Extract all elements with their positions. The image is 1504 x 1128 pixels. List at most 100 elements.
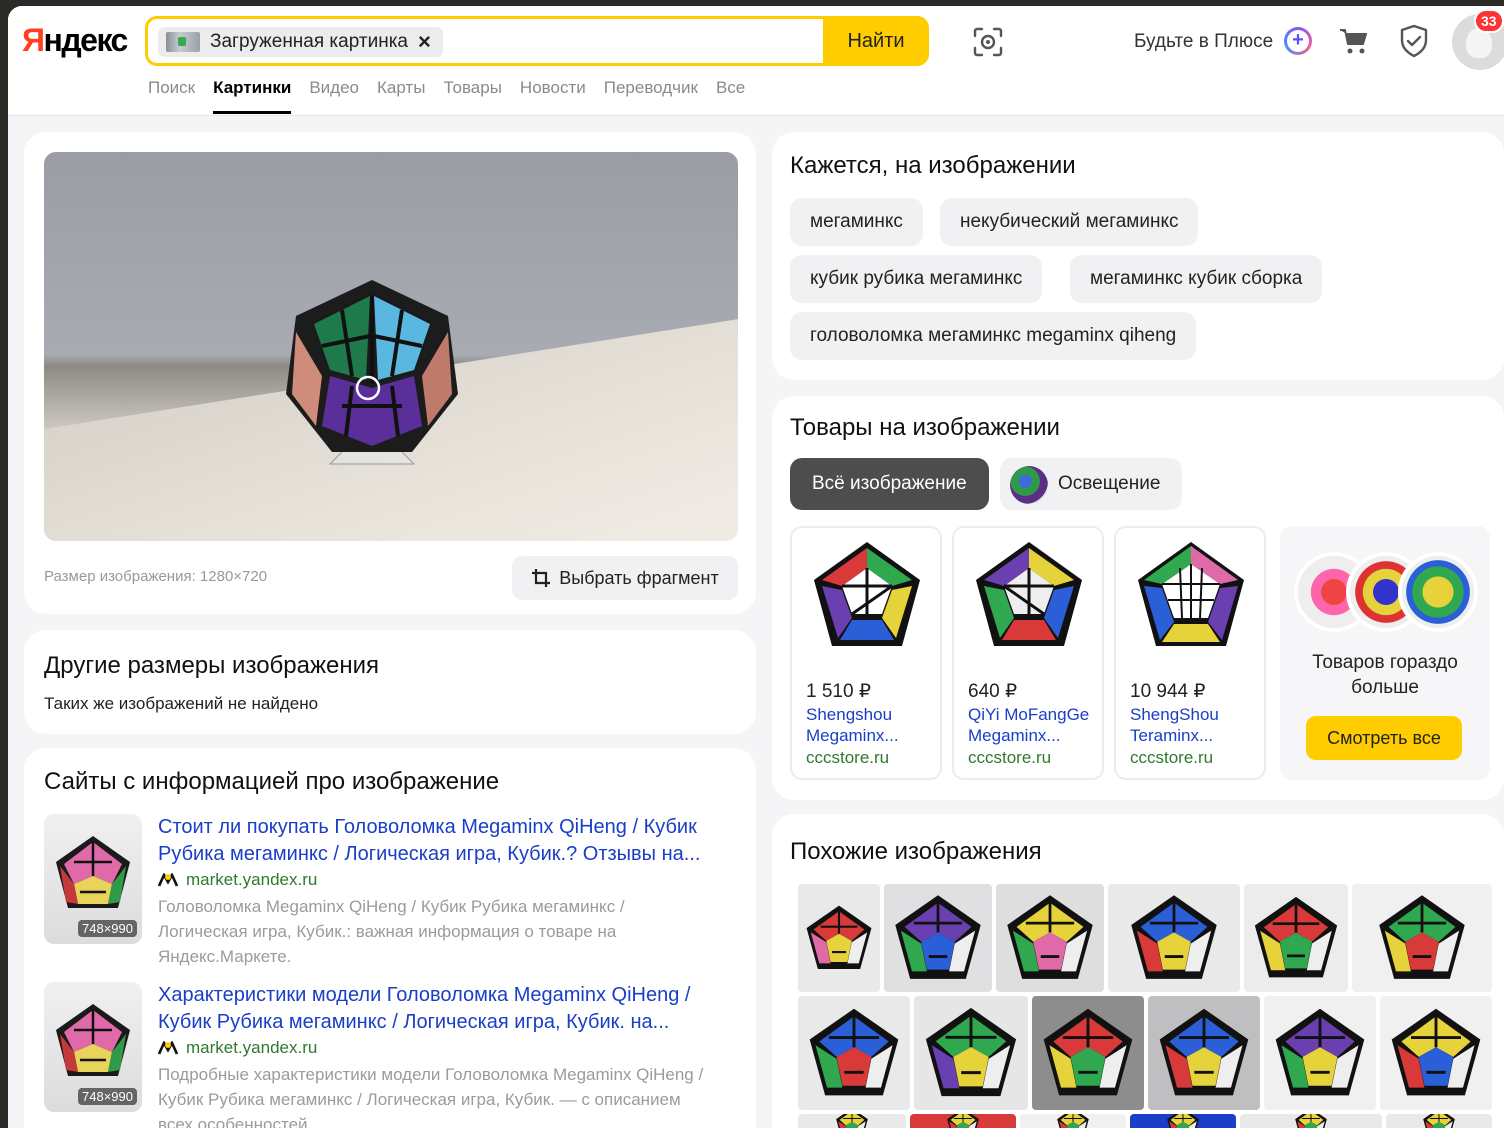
tab-images[interactable]: Картинки [213, 76, 292, 114]
plus-promo-link[interactable]: Будьте в Плюсе [1134, 31, 1273, 53]
similar-image-tile[interactable] [1148, 996, 1260, 1110]
tag-noncubic-megaminx[interactable]: некубический мегаминкс [940, 198, 1199, 246]
similar-image-tile[interactable] [1352, 884, 1492, 992]
sites-card: Сайты с информацией про изображение 748×… [24, 748, 756, 1128]
megaminx-icon [809, 1008, 899, 1096]
similar-image-tile[interactable] [910, 1114, 1016, 1128]
megaminx-product-icon [976, 542, 1082, 646]
megaminx-icon [1007, 895, 1093, 979]
yandex-market-favicon-icon [158, 873, 178, 887]
site-result-title-link[interactable]: Характеристики модели Головоломка Megami… [158, 982, 744, 1036]
product-name-link[interactable]: ShengShou Teraminx... [1130, 704, 1258, 746]
site-result-domain[interactable]: market.yandex.ru [158, 1038, 317, 1058]
site-result: 748×990 Стоит ли покупать Головоломка Me… [44, 814, 744, 974]
teraminx-product-icon [1138, 542, 1244, 646]
product-name-link[interactable]: QiYi MoFangGe Megaminx... [968, 704, 1096, 746]
product-price: 1 510 ₽ [806, 681, 871, 702]
more-goods-thumb [1398, 552, 1478, 632]
similar-image-tile[interactable] [1386, 1114, 1492, 1128]
megaminx-icon [925, 1007, 1017, 1097]
uploaded-photo[interactable] [44, 152, 738, 541]
site-result-domain-text: market.yandex.ru [186, 870, 318, 889]
lighting-thumb-icon [1010, 466, 1048, 504]
megaminx-icon [1391, 1008, 1481, 1096]
other-sizes-title: Другие размеры изображения [44, 652, 380, 679]
crop-icon [532, 569, 551, 587]
see-all-button[interactable]: Смотреть все [1306, 716, 1462, 760]
site-result-domain-text: market.yandex.ru [186, 1038, 318, 1057]
megaminx-thumb-icon [56, 1004, 130, 1076]
similar-image-tile[interactable] [884, 884, 992, 992]
megaminx-icon [806, 905, 872, 970]
tab-search[interactable]: Поиск [148, 76, 195, 114]
product-card[interactable]: 640 ₽ QiYi MoFangGe Megaminx... cccstore… [952, 526, 1104, 780]
select-fragment-button[interactable]: Выбрать фрагмент [512, 556, 738, 600]
product-card[interactable]: 10 944 ₽ ShengShou Teraminx... cccstore.… [1114, 526, 1266, 780]
megaminx-icon [1159, 1008, 1249, 1096]
uploaded-image-chip: Загруженная картинка × [158, 27, 443, 57]
camera-search-icon[interactable] [972, 26, 1004, 58]
tab-translator[interactable]: Переводчик [604, 76, 698, 114]
looks-like-card: Кажется, на изображении мегаминкс некуби… [772, 132, 1504, 380]
search-bar[interactable]: Загруженная картинка × Найти [145, 16, 929, 66]
site-result-title-link[interactable]: Стоит ли покупать Головоломка Megaminx Q… [158, 814, 744, 868]
similar-image-tile[interactable] [798, 884, 880, 992]
tag-megaminx-assembly[interactable]: мегаминкс кубик сборка [1070, 255, 1323, 303]
site-thumbnail[interactable]: 748×990 [44, 814, 142, 944]
site-thumbnail[interactable]: 748×990 [44, 982, 142, 1112]
product-shop[interactable]: cccstore.ru [968, 748, 1051, 768]
similar-image-tile[interactable] [996, 884, 1104, 992]
similar-image-tile[interactable] [1380, 996, 1492, 1110]
megaminx-icon [1043, 1008, 1133, 1096]
tag-megaminx[interactable]: мегаминкс [790, 198, 923, 246]
site-result-description: Подробные характеристики модели Головоло… [158, 1065, 704, 1128]
similar-image-tile[interactable] [1020, 1114, 1126, 1128]
search-button[interactable]: Найти [823, 16, 929, 66]
product-shop[interactable]: cccstore.ru [806, 748, 889, 768]
cart-icon[interactable] [1338, 26, 1370, 56]
shield-icon[interactable] [1398, 24, 1430, 58]
megaminx-thumb-icon [56, 836, 130, 908]
header: Яндекс Загруженная картинка × Найти Будь… [8, 6, 1504, 116]
product-card[interactable]: 1 510 ₽ Shengshou Megaminx... cccstore.r… [790, 526, 942, 780]
more-goods-panel: Товаров гораздо больше Смотреть все [1280, 526, 1490, 780]
filter-lighting-label: Освещение [1058, 473, 1161, 494]
tab-all[interactable]: Все [716, 76, 745, 114]
tab-maps[interactable]: Карты [377, 76, 425, 114]
similar-image-tile[interactable] [798, 996, 910, 1110]
megaminx-icon [1254, 896, 1338, 978]
yandex-logo[interactable]: Яндекс [22, 22, 128, 59]
similar-image-tile[interactable] [1240, 1114, 1382, 1128]
megaminx-icon [1295, 1114, 1327, 1128]
megaminx-icon [1131, 895, 1217, 979]
remove-image-icon[interactable]: × [418, 31, 431, 53]
megaminx-icon [836, 1114, 868, 1128]
tab-news[interactable]: Новости [520, 76, 586, 114]
similar-image-tile[interactable] [1130, 1114, 1236, 1128]
similar-image-tile[interactable] [1264, 996, 1376, 1110]
tag-rubik-megaminx[interactable]: кубик рубика мегаминкс [790, 255, 1043, 303]
megaminx-photo-icon [286, 280, 458, 465]
similar-image-tile[interactable] [1244, 884, 1348, 992]
select-fragment-label: Выбрать фрагмент [559, 567, 719, 588]
goods-card: Товары на изображении Всё изображение Ос… [772, 396, 1504, 800]
browser-page: Яндекс Загруженная картинка × Найти Будь… [8, 6, 1504, 1128]
other-sizes-card: Другие размеры изображения Таких же изоб… [24, 630, 756, 734]
megaminx-product-icon [814, 542, 920, 646]
filter-lighting[interactable]: Освещение [1000, 458, 1183, 510]
tab-goods[interactable]: Товары [443, 76, 501, 114]
product-shop[interactable]: cccstore.ru [1130, 748, 1213, 768]
site-result: 748×990 Характеристики модели Головоломк… [44, 982, 744, 1128]
product-name-link[interactable]: Shengshou Megaminx... [806, 704, 934, 746]
filter-whole-image[interactable]: Всё изображение [790, 458, 989, 510]
similar-image-tile[interactable] [1032, 996, 1144, 1110]
tag-megaminx-qiheng[interactable]: головоломка мегаминкс megaminx qiheng [790, 312, 1197, 360]
similar-image-tile[interactable] [1108, 884, 1240, 992]
more-goods-text: Товаров гораздо больше [1312, 652, 1458, 698]
site-result-domain[interactable]: market.yandex.ru [158, 870, 317, 890]
tab-video[interactable]: Видео [309, 76, 359, 114]
similar-image-tile[interactable] [914, 996, 1028, 1110]
megaminx-icon [1167, 1114, 1199, 1128]
plus-icon[interactable] [1284, 27, 1312, 55]
similar-image-tile[interactable] [798, 1114, 906, 1128]
